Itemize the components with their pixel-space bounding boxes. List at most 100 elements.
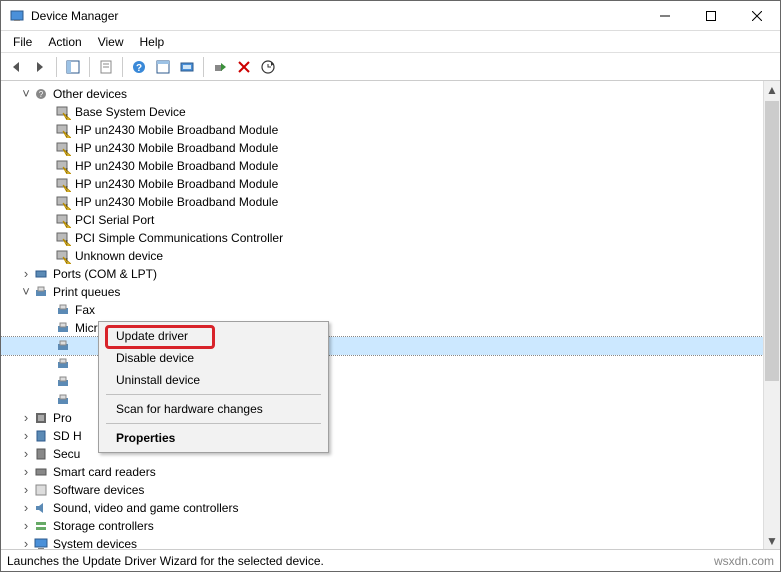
context-menu-separator [106, 423, 321, 424]
tree-item[interactable]: !HP un2430 Mobile Broadband Module [1, 139, 763, 157]
toolbar: ? [1, 53, 780, 81]
expand-icon[interactable]: › [19, 267, 33, 281]
other-devices-icon: ? [33, 86, 49, 102]
watermark-text: wsxdn.com [714, 554, 774, 568]
tree-node-print-queues[interactable]: ˅ Print queues [1, 283, 763, 301]
printer-icon [55, 374, 71, 390]
tree-label: HP un2430 Mobile Broadband Module [75, 123, 278, 137]
warning-device-icon: ! [55, 104, 71, 120]
printer-icon [55, 302, 71, 318]
tree-label: HP un2430 Mobile Broadband Module [75, 159, 278, 173]
scrollbar-thumb[interactable] [765, 101, 779, 381]
update-driver-button[interactable] [176, 56, 198, 78]
tree-label: PCI Serial Port [75, 213, 154, 227]
printer-icon [55, 320, 71, 336]
svg-text:!: ! [66, 204, 68, 210]
expand-icon[interactable]: › [19, 447, 33, 461]
system-icon [33, 536, 49, 549]
warning-device-icon: ! [55, 176, 71, 192]
expand-icon[interactable]: › [19, 501, 33, 515]
tree-node-software-devices[interactable]: ›Software devices [1, 481, 763, 499]
forward-button[interactable] [29, 56, 51, 78]
device-manager-window: Device Manager File Action View Help ? [0, 0, 781, 572]
sound-icon [33, 500, 49, 516]
tree-node-ports[interactable]: › Ports (COM & LPT) [1, 265, 763, 283]
menu-view[interactable]: View [90, 33, 132, 51]
menu-file[interactable]: File [5, 33, 40, 51]
tree-label: HP un2430 Mobile Broadband Module [75, 195, 278, 209]
tree-item[interactable]: !PCI Simple Communications Controller [1, 229, 763, 247]
tree-item[interactable]: ! HP un2430 Mobile Broadband Module [1, 121, 763, 139]
tree-item[interactable]: !PCI Serial Port [1, 211, 763, 229]
svg-text:?: ? [39, 90, 44, 99]
maximize-button[interactable] [688, 1, 734, 31]
collapse-icon[interactable]: ˅ [19, 87, 33, 101]
app-icon [9, 8, 25, 24]
scan-hardware-button[interactable] [152, 56, 174, 78]
scroll-down-icon[interactable]: ▼ [764, 532, 780, 549]
tree-label: Print queues [53, 285, 120, 299]
tree-item[interactable]: ! HP un2430 Mobile Broadband Module [1, 157, 763, 175]
context-menu: Update driver Disable device Uninstall d… [98, 321, 329, 453]
svg-text:!: ! [66, 132, 68, 138]
expand-icon[interactable]: › [19, 411, 33, 425]
warning-device-icon: ! [55, 140, 71, 156]
tree-node-system-devices[interactable]: ›System devices [1, 535, 763, 549]
context-menu-uninstall-device[interactable]: Uninstall device [102, 369, 325, 391]
tree-node-sound[interactable]: ›Sound, video and game controllers [1, 499, 763, 517]
context-menu-disable-device[interactable]: Disable device [102, 347, 325, 369]
card-reader-icon [33, 464, 49, 480]
device-tree[interactable]: ˅ ? Other devices !Base System Device ! H… [1, 81, 763, 549]
tree-node-other-devices[interactable]: ˅ ? Other devices [1, 85, 763, 103]
enable-device-button[interactable] [209, 56, 231, 78]
window-title: Device Manager [31, 9, 642, 23]
tree-label: Unknown device [75, 249, 163, 263]
tree-item[interactable]: !Base System Device [1, 103, 763, 121]
tree-label: Smart card readers [53, 465, 156, 479]
context-menu-separator [106, 394, 321, 395]
expand-icon[interactable]: › [19, 465, 33, 479]
close-button[interactable] [734, 1, 780, 31]
tree-node-storage[interactable]: › Storage controllers [1, 517, 763, 535]
expand-icon[interactable]: › [19, 519, 33, 533]
context-menu-update-driver[interactable]: Update driver [102, 325, 325, 347]
minimize-button[interactable] [642, 1, 688, 31]
properties-button[interactable] [95, 56, 117, 78]
tree-container: ˅ ? Other devices !Base System Device ! H… [1, 81, 780, 549]
tree-node-smart-card-readers[interactable]: › Smart card readers [1, 463, 763, 481]
expand-icon[interactable]: › [19, 429, 33, 443]
printer-icon [55, 392, 71, 408]
context-menu-properties[interactable]: Properties [102, 427, 325, 449]
svg-text:?: ? [136, 63, 142, 74]
svg-text:!: ! [66, 150, 68, 156]
printer-icon [55, 356, 71, 372]
warning-device-icon: ! [55, 158, 71, 174]
collapse-icon[interactable]: ˅ [19, 285, 33, 299]
help-button[interactable]: ? [128, 56, 150, 78]
scan-for-changes-button[interactable] [257, 56, 279, 78]
svg-text:!: ! [66, 168, 68, 174]
svg-text:!: ! [66, 258, 68, 264]
tree-item[interactable]: ! HP un2430 Mobile Broadband Module [1, 175, 763, 193]
tree-label: HP un2430 Mobile Broadband Module [75, 177, 278, 191]
expand-icon[interactable]: › [19, 483, 33, 497]
menu-action[interactable]: Action [40, 33, 89, 51]
tree-label: Pro [53, 411, 72, 425]
context-menu-scan[interactable]: Scan for hardware changes [102, 398, 325, 420]
ports-icon [33, 266, 49, 282]
uninstall-device-button[interactable] [233, 56, 255, 78]
tree-item[interactable]: ! HP un2430 Mobile Broadband Module [1, 193, 763, 211]
vertical-scrollbar[interactable]: ▲ ▼ [763, 81, 780, 549]
back-button[interactable] [5, 56, 27, 78]
tree-label: Storage controllers [53, 519, 154, 533]
tree-item[interactable]: Fax [1, 301, 763, 319]
show-hide-console-tree-button[interactable] [62, 56, 84, 78]
scroll-up-icon[interactable]: ▲ [764, 81, 780, 98]
svg-text:!: ! [66, 240, 68, 246]
tree-label: Ports (COM & LPT) [53, 267, 157, 281]
expand-icon[interactable]: › [19, 537, 33, 549]
tree-label: Fax [75, 303, 95, 317]
tree-item[interactable]: ! Unknown device [1, 247, 763, 265]
svg-text:!: ! [66, 186, 68, 192]
menu-help[interactable]: Help [132, 33, 173, 51]
